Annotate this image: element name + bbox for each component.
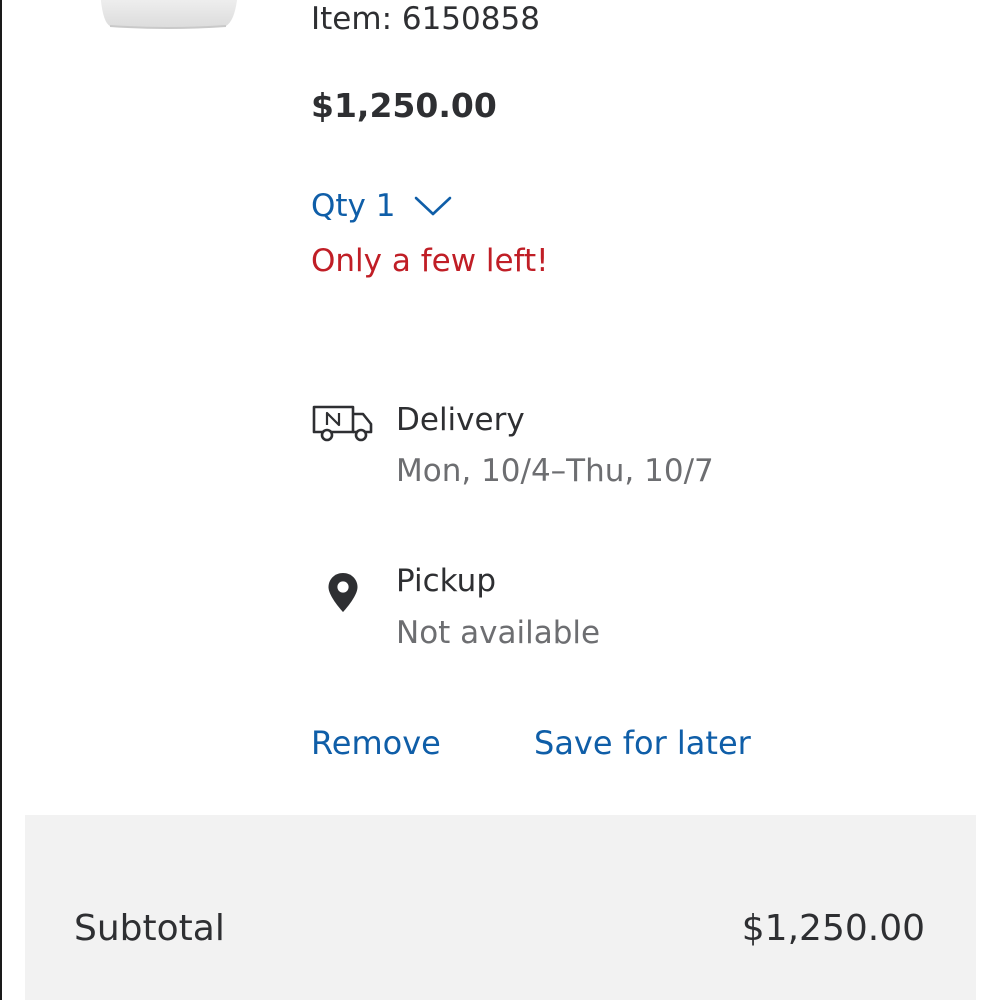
pickup-title: Pickup (396, 563, 496, 599)
quantity-selector[interactable]: Qty 1 (311, 186, 453, 226)
delivery-truck-icon (312, 405, 373, 442)
delivery-date-range: Mon, 10/4–Thu, 10/7 (396, 453, 714, 489)
order-summary-panel: Subtotal $1,250.00 (25, 815, 976, 1000)
location-pin-icon (328, 573, 358, 612)
item-number: Item: 6150858 (311, 1, 540, 37)
quantity-label: Qty 1 (311, 188, 396, 224)
subtotal-value: $1,250.00 (741, 908, 925, 949)
remove-button[interactable]: Remove (311, 722, 441, 764)
item-price: $1,250.00 (311, 86, 497, 125)
save-for-later-button[interactable]: Save for later (534, 722, 751, 764)
left-edge-divider (0, 0, 2, 1000)
chevron-down-icon (415, 196, 452, 216)
subtotal-label: Subtotal (74, 908, 225, 949)
product-thumbnail[interactable] (92, 0, 244, 30)
pickup-status: Not available (396, 615, 601, 651)
stock-warning: Only a few left! (311, 243, 549, 279)
delivery-title: Delivery (396, 402, 525, 438)
